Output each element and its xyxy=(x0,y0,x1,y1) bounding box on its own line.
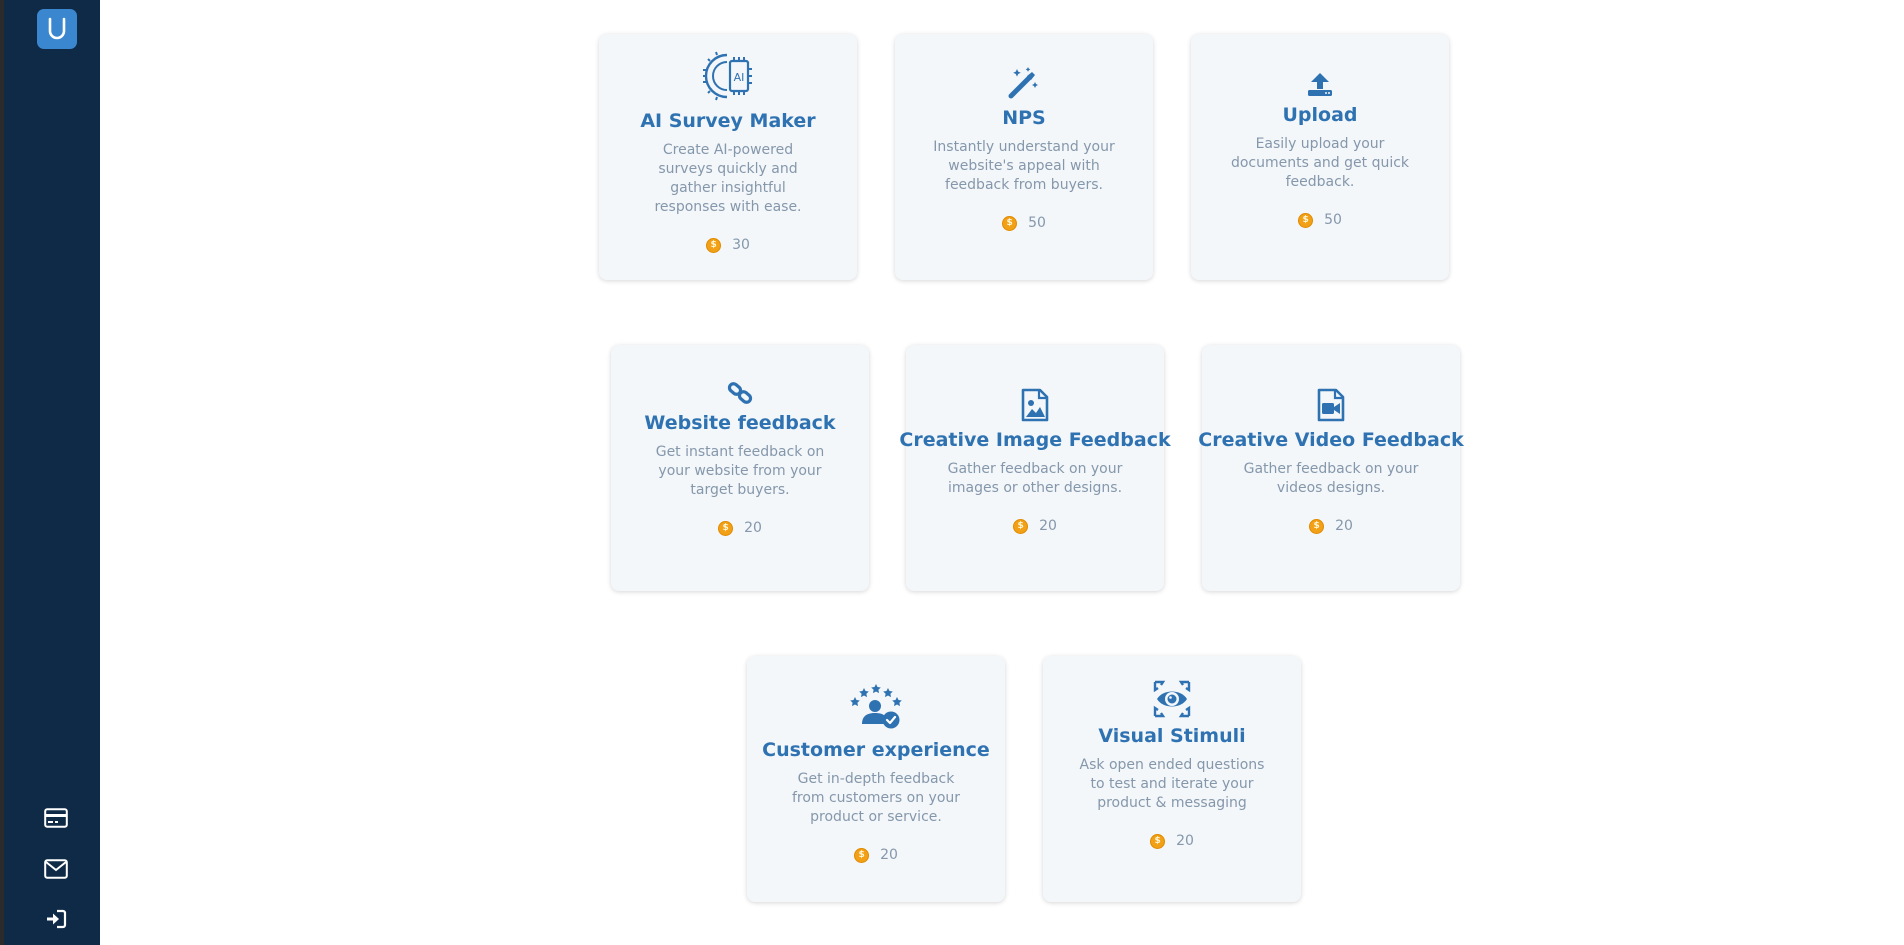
card-cost: 20 xyxy=(1176,833,1194,849)
card-description: Gather feedback on your images or other … xyxy=(947,461,1123,496)
card-title: Visual Stimuli xyxy=(1098,725,1246,747)
card-cost: 20 xyxy=(880,847,898,863)
card-upload[interactable]: Upload Easily upload your documents and … xyxy=(1191,34,1449,280)
card-cost: 50 xyxy=(1028,215,1046,231)
credit-card-icon xyxy=(44,808,68,828)
card-title: Upload xyxy=(1282,104,1358,126)
logo-mark-icon xyxy=(48,17,66,40)
coin-icon: $ xyxy=(1002,215,1018,231)
card-price: $ 50 xyxy=(1298,212,1342,228)
envelope-icon xyxy=(44,859,68,879)
logout-button[interactable] xyxy=(42,905,70,933)
card-nps[interactable]: NPS Instantly understand your website's … xyxy=(895,34,1153,280)
card-website-feedback[interactable]: Website feedback Get instant feedback on… xyxy=(611,345,869,591)
eye-target-icon xyxy=(1152,679,1192,719)
ai-chip-icon: AI xyxy=(700,48,756,104)
card-price: $ 50 xyxy=(1002,215,1046,231)
card-description: Get in-depth feedback from customers on … xyxy=(791,771,961,825)
card-creative-image-feedback[interactable]: Creative Image Feedback Gather feedback … xyxy=(899,345,1171,591)
card-description: Create AI-powered surveys quickly and ga… xyxy=(654,142,802,215)
card-description: Easily upload your documents and get qui… xyxy=(1230,136,1410,190)
card-cost: 30 xyxy=(732,237,750,253)
link-icon xyxy=(727,377,753,409)
card-visual-stimuli[interactable]: Visual Stimuli Ask open ended questions … xyxy=(1043,656,1301,902)
svg-text:AI: AI xyxy=(734,71,745,84)
card-customer-experience[interactable]: Customer experience Get in-depth feedbac… xyxy=(747,656,1005,902)
card-title: Customer experience xyxy=(762,739,990,761)
coin-icon: $ xyxy=(706,237,722,253)
card-cost: 20 xyxy=(1039,518,1057,534)
card-description: Gather feedback on your videos designs. xyxy=(1243,461,1419,496)
coin-icon: $ xyxy=(1298,212,1314,228)
image-file-icon xyxy=(1021,385,1049,424)
card-cost: 20 xyxy=(1335,518,1353,534)
card-title: Creative Image Feedback xyxy=(899,429,1171,451)
video-file-icon xyxy=(1317,385,1345,424)
card-description: Get instant feedback on your website fro… xyxy=(655,444,825,498)
card-title: Creative Video Feedback xyxy=(1198,429,1464,451)
card-price: $ 20 xyxy=(718,520,762,536)
upload-icon xyxy=(1307,67,1333,101)
coin-icon: $ xyxy=(718,520,734,536)
card-description: Instantly understand your website's appe… xyxy=(933,139,1115,193)
card-price: $ 20 xyxy=(854,847,898,863)
card-description: Ask open ended questions to test and ite… xyxy=(1079,757,1265,811)
messages-button[interactable] xyxy=(42,855,70,883)
card-title: AI Survey Maker xyxy=(640,110,816,132)
card-title: NPS xyxy=(1002,107,1046,129)
app-logo[interactable] xyxy=(37,9,77,49)
card-price: $ 20 xyxy=(1150,833,1194,849)
card-price: $ 20 xyxy=(1309,518,1353,534)
card-title: Website feedback xyxy=(644,412,836,434)
card-price: $ 20 xyxy=(1013,518,1057,534)
sign-in-icon xyxy=(47,909,67,929)
card-ai-survey-maker[interactable]: AI AI Survey Maker Create AI-powered sur… xyxy=(599,34,857,280)
card-price: $ 30 xyxy=(706,237,750,253)
card-creative-video-feedback[interactable]: Creative Video Feedback Gather feedback … xyxy=(1198,345,1464,591)
card-cost: 50 xyxy=(1324,212,1342,228)
sidebar xyxy=(0,0,100,945)
coin-icon: $ xyxy=(1013,518,1029,534)
coin-icon: $ xyxy=(1309,518,1325,534)
coin-icon: $ xyxy=(854,847,870,863)
card-cost: 20 xyxy=(744,520,762,536)
customer-rating-icon xyxy=(849,680,903,732)
coin-icon: $ xyxy=(1150,833,1166,849)
billing-button[interactable] xyxy=(42,804,70,832)
magic-wand-icon xyxy=(1007,61,1041,104)
